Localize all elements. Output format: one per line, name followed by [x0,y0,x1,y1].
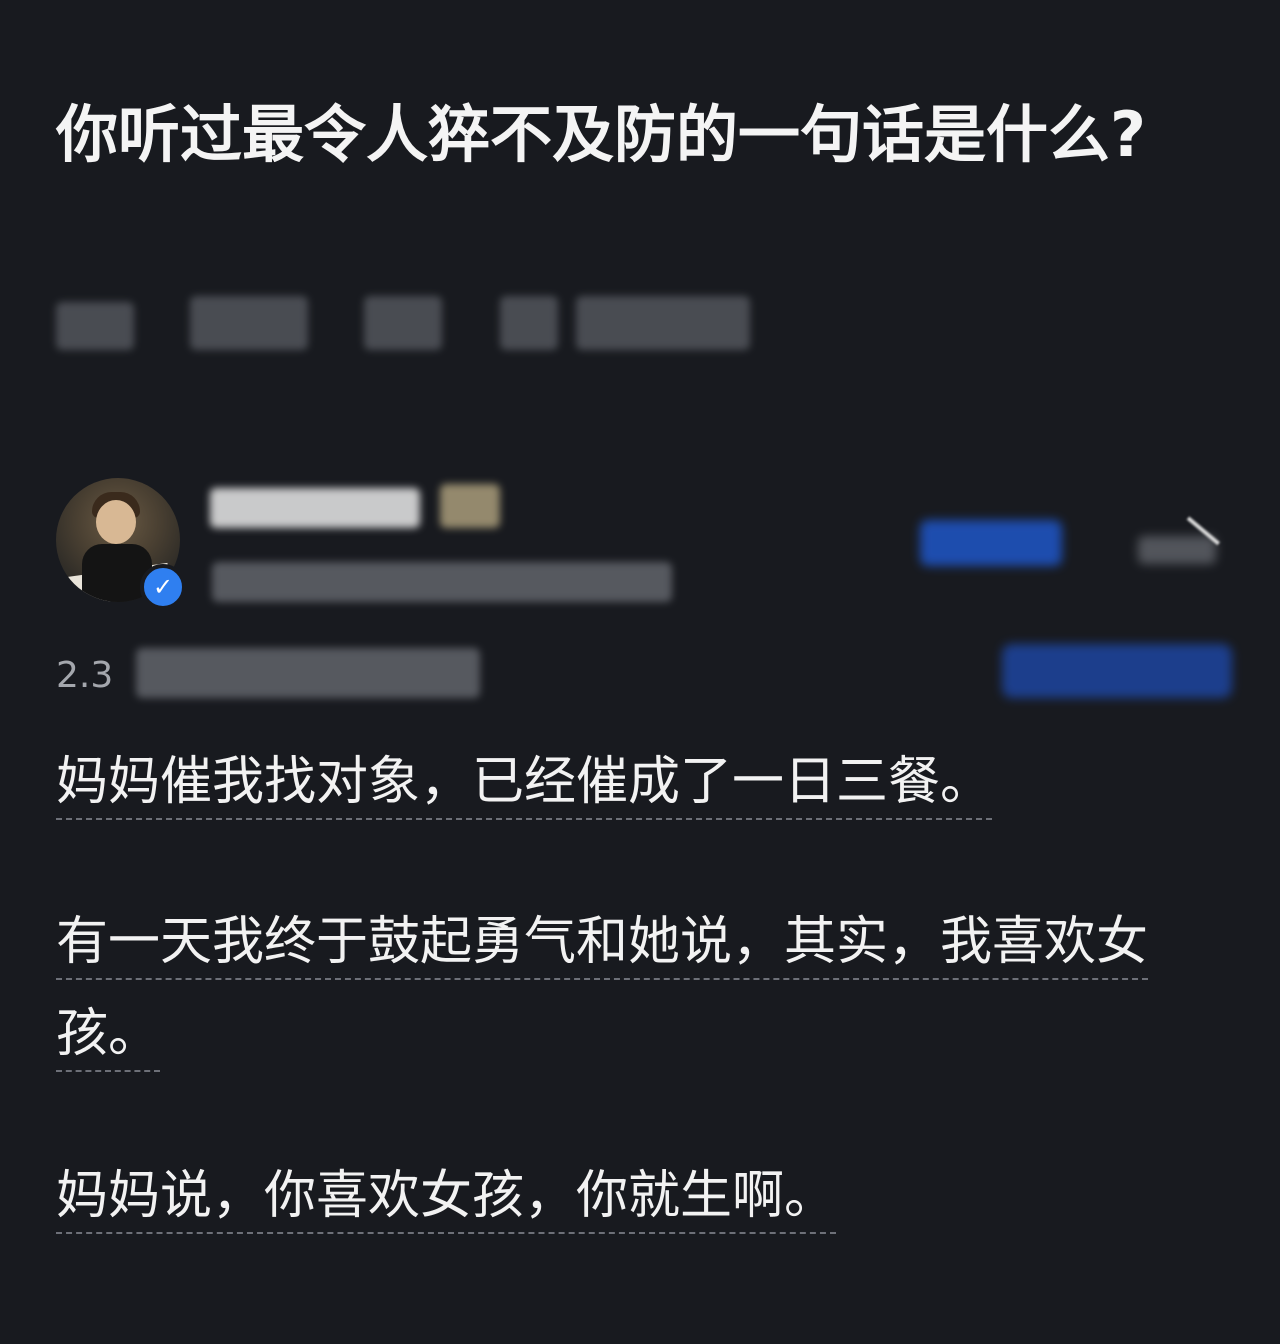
vote-button[interactable] [1002,644,1232,698]
author-identity-blurred [212,562,672,602]
answer-paragraph: 有一天我终于鼓起勇气和她说，其实，我喜欢女孩。 [56,896,1196,1080]
more-options-button[interactable] [1138,508,1230,566]
question-title: 你听过最令人猝不及防的一句话是什么? [56,98,1146,171]
answer-stats-blurred [136,648,480,698]
answer-paragraph: 妈妈说，你喜欢女孩，你就生啊。 [56,1150,1196,1242]
paragraph-text: 妈妈催我找对象，已经催成了一日三餐。 [56,752,993,820]
author-badge-blurred [440,484,500,528]
answer-paragraph: 妈妈催我找对象，已经催成了一日三餐。 [56,736,1196,828]
verified-check-icon: ✓ [140,564,186,610]
paragraph-text: 有一天我终于鼓起勇气和她说，其实，我喜欢女孩。 [56,912,1149,1072]
paragraph-text: 妈妈说，你喜欢女孩，你就生啊。 [56,1166,837,1234]
answer-stats: 2.3 [56,655,114,696]
follow-button[interactable] [920,520,1062,566]
author-name-blurred[interactable] [210,488,420,528]
